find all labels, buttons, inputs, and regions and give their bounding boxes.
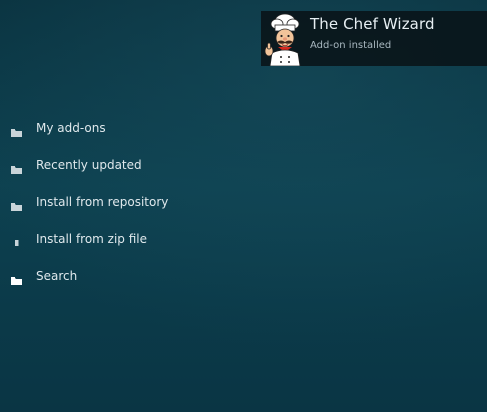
notification-title: The Chef Wizard bbox=[310, 15, 435, 33]
folder-icon bbox=[11, 123, 22, 137]
menu-item-label: Install from repository bbox=[36, 195, 169, 209]
notification-subtitle: Add-on installed bbox=[310, 40, 392, 51]
file-icon bbox=[11, 234, 22, 246]
folder-open-icon bbox=[11, 271, 22, 285]
folder-icon bbox=[11, 160, 22, 174]
addons-browser-screen: The Chef Wizard Add-on installed My add-… bbox=[0, 0, 487, 412]
menu-item-label: Recently updated bbox=[36, 158, 142, 172]
menu-item-my-addons[interactable]: My add-ons bbox=[0, 111, 260, 148]
menu-item-search[interactable]: Search bbox=[0, 259, 260, 296]
folder-icon bbox=[11, 197, 22, 211]
chef-icon bbox=[261, 11, 306, 67]
menu-item-install-from-repository[interactable]: Install from repository bbox=[0, 185, 260, 222]
menu-item-label: My add-ons bbox=[36, 121, 106, 135]
menu-item-install-from-zip[interactable]: Install from zip file bbox=[0, 222, 260, 259]
addons-menu: My add-ons Recently updated Install from… bbox=[0, 111, 260, 296]
menu-item-label: Search bbox=[36, 269, 78, 283]
addon-installed-notification: The Chef Wizard Add-on installed bbox=[261, 11, 487, 67]
menu-item-label: Install from zip file bbox=[36, 232, 148, 246]
menu-item-recently-updated[interactable]: Recently updated bbox=[0, 148, 260, 185]
